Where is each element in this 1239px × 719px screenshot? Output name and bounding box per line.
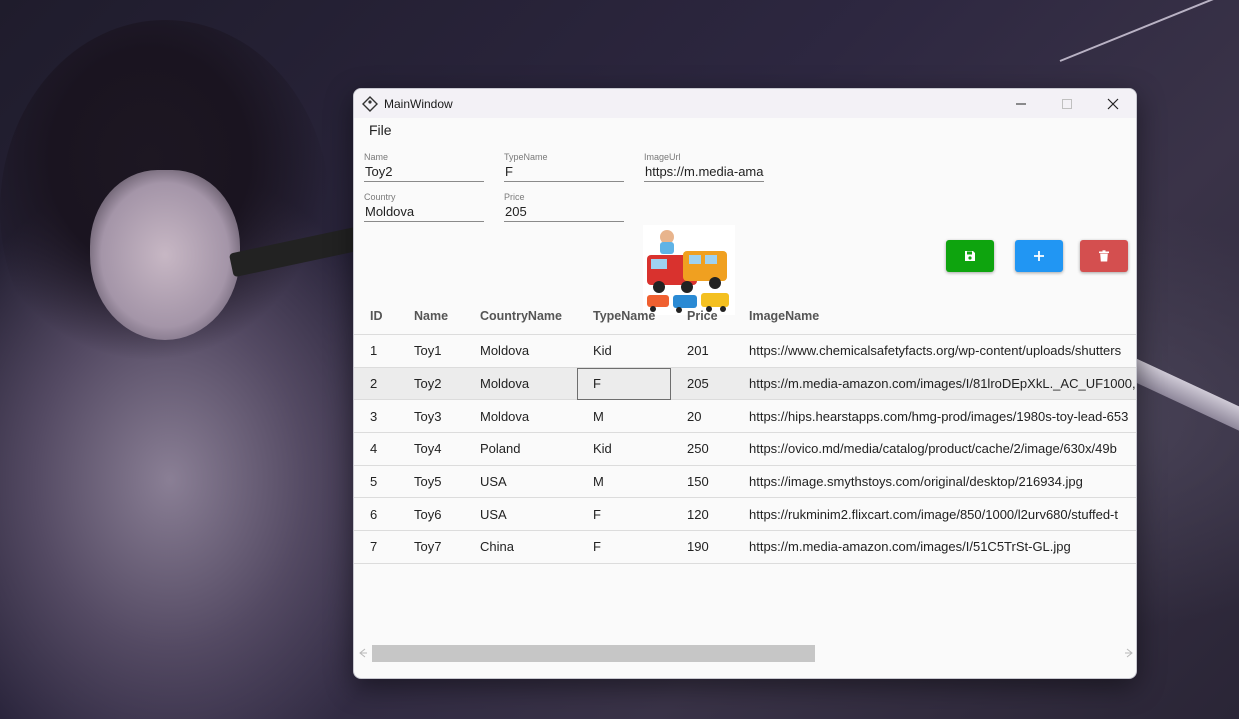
cell-price[interactable]: 190 [671,539,733,554]
scroll-left-button[interactable] [354,644,372,662]
imageurl-field[interactable]: ImageUrl https://m.media-amazon.com/imag… [644,152,764,182]
menu-bar: File [354,118,1136,142]
column-header-countryname[interactable]: CountryName [464,309,577,323]
cell-typename[interactable]: M [577,409,671,424]
cell-name[interactable]: Toy6 [398,507,464,522]
cell-imagename[interactable]: https://m.media-amazon.com/images/I/51C5… [733,539,1136,554]
country-label: Country [364,192,396,202]
cell-countryname[interactable]: USA [464,507,577,522]
cell-countryname[interactable]: Moldova [464,343,577,358]
name-label: Name [364,152,389,162]
column-header-typename[interactable]: TypeName [577,309,671,323]
country-input[interactable]: Moldova [364,203,484,222]
cell-price[interactable]: 250 [671,441,733,456]
cell-id[interactable]: 5 [354,474,398,489]
cell-typename[interactable]: F [577,539,671,554]
trash-icon [1099,250,1109,262]
imageurl-input[interactable]: https://m.media-amazon.com/images/I/81lr… [644,163,764,182]
cell-id[interactable]: 7 [354,539,398,554]
cell-countryname[interactable]: Poland [464,441,577,456]
table-row[interactable]: 7 Toy7 China F 190 https://m.media-amazo… [354,531,1136,564]
column-header-id[interactable]: ID [354,309,398,323]
cell-name[interactable]: Toy7 [398,539,464,554]
main-window: MainWindow File Name Toy2 TypeName F Ima… [353,88,1137,679]
cell-id[interactable]: 6 [354,507,398,522]
add-button[interactable] [1015,240,1063,272]
column-header-imagename[interactable]: ImageName [733,309,1136,323]
table-row[interactable]: 3 Toy3 Moldova M 20 https://hips.hearsta… [354,400,1136,434]
table-row[interactable]: 4 Toy4 Poland Kid 250 https://ovico.md/m… [354,433,1136,466]
cell-countryname[interactable]: Moldova [464,409,577,424]
cell-name[interactable]: Toy2 [398,376,464,391]
imageurl-label: ImageUrl [644,152,681,162]
cell-id[interactable]: 3 [354,409,398,424]
name-field[interactable]: Name Toy2 [364,152,484,182]
cell-countryname[interactable]: Moldova [464,376,577,391]
cell-countryname[interactable]: USA [464,474,577,489]
table-header-row: ID Name CountryName TypeName Price Image… [354,297,1136,335]
column-header-price[interactable]: Price [671,309,733,323]
cell-id[interactable]: 4 [354,441,398,456]
window-title: MainWindow [384,96,453,111]
cell-typename[interactable]: Kid [577,343,671,358]
price-field[interactable]: Price 205 [504,192,624,222]
typename-field[interactable]: TypeName F [504,152,624,182]
horizontal-scrollbar[interactable] [354,644,1136,662]
close-icon [1107,98,1119,109]
table-row-selected[interactable]: 2 Toy2 Moldova F 205 https://m.media-ama… [354,367,1136,401]
cell-id[interactable]: 2 [354,376,398,391]
wallpaper-figure-face [90,170,240,340]
cell-price[interactable]: 120 [671,507,733,522]
cell-imagename[interactable]: https://hips.hearstapps.com/hmg-prod/ima… [733,409,1136,424]
cell-name[interactable]: Toy1 [398,343,464,358]
scroll-thumb[interactable] [372,644,815,662]
delete-button[interactable] [1080,240,1128,272]
floppy-disk-icon [965,251,975,261]
cell-imagename[interactable]: https://rukminim2.flixcart.com/image/850… [733,507,1136,522]
cell-imagename[interactable]: https://www.chemicalsafetyfacts.org/wp-c… [733,343,1136,358]
menu-file[interactable]: File [369,122,392,138]
cell-countryname[interactable]: China [464,539,577,554]
cell-price[interactable]: 205 [671,376,733,391]
cell-typename[interactable]: M [577,474,671,489]
table-row[interactable]: 6 Toy6 USA F 120 https://rukminim2.flixc… [354,498,1136,532]
cell-imagename[interactable]: https://m.media-amazon.com/images/I/81lr… [733,376,1136,391]
price-input[interactable]: 205 [504,203,624,222]
scroll-right-button[interactable] [1120,644,1136,662]
cell-name[interactable]: Toy4 [398,441,464,456]
plus-icon [1034,251,1044,261]
cell-price[interactable]: 20 [671,409,733,424]
cell-typename-focused[interactable]: F [577,367,671,400]
maximize-icon [1062,98,1072,109]
cell-imagename[interactable]: https://image.smythstoys.com/original/de… [733,474,1136,489]
country-field[interactable]: Country Moldova [364,192,484,222]
arrow-right-icon [1125,648,1133,658]
wallpaper-line [1059,0,1237,62]
app-icon [362,95,378,112]
title-bar[interactable]: MainWindow [354,89,1136,118]
column-header-name[interactable]: Name [398,309,464,323]
cell-price[interactable]: 150 [671,474,733,489]
cell-typename[interactable]: F [577,507,671,522]
table-row[interactable]: 5 Toy5 USA M 150 https://image.smythstoy… [354,466,1136,499]
typename-label: TypeName [504,152,548,162]
cell-name[interactable]: Toy5 [398,474,464,489]
scroll-track[interactable] [372,644,1120,662]
minimize-icon [1016,103,1026,104]
maximize-button[interactable] [1044,89,1090,118]
cell-imagename[interactable]: https://ovico.md/media/catalog/product/c… [733,441,1136,456]
arrow-left-icon [359,648,367,658]
name-input[interactable]: Toy2 [364,163,484,182]
price-label: Price [504,192,525,202]
cell-name[interactable]: Toy3 [398,409,464,424]
toys-data-grid: ID Name CountryName TypeName Price Image… [354,297,1136,564]
close-button[interactable] [1090,89,1136,118]
minimize-button[interactable] [998,89,1044,118]
cell-typename[interactable]: Kid [577,441,671,456]
table-row[interactable]: 1 Toy1 Moldova Kid 201 https://www.chemi… [354,335,1136,368]
typename-input[interactable]: F [504,163,624,182]
save-button[interactable] [946,240,994,272]
cell-price[interactable]: 201 [671,343,733,358]
cell-id[interactable]: 1 [354,343,398,358]
